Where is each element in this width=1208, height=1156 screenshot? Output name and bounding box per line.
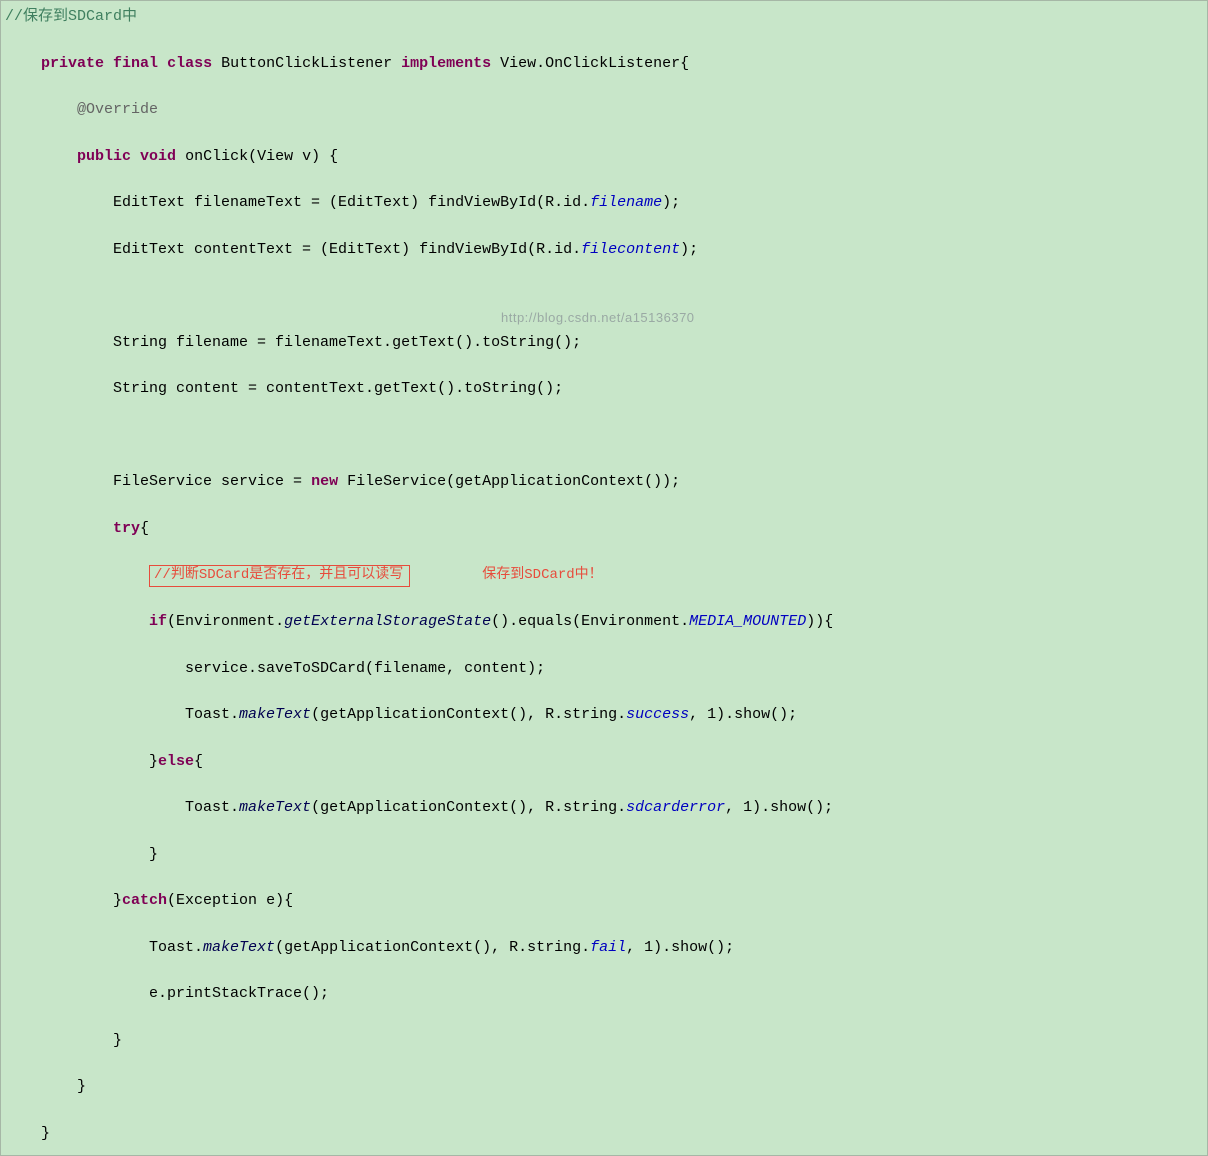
code-text: (Environment.	[167, 613, 284, 630]
kw-class: class	[167, 55, 212, 72]
class-name: ButtonClickListener	[212, 55, 401, 72]
code-text: , 1).show();	[626, 939, 734, 956]
kw-final: final	[113, 55, 158, 72]
code-line: }	[5, 1078, 86, 1095]
code-block: //保存到SDCard中 private final class ButtonC…	[1, 5, 1207, 1145]
code-line: e.printStackTrace();	[5, 985, 329, 1002]
code-text: Toast.	[5, 939, 203, 956]
annotation-override: @Override	[77, 101, 158, 118]
field-sdcarderror: sdcarderror	[626, 799, 725, 816]
kw-else: else	[158, 753, 194, 770]
field-fail: fail	[590, 939, 626, 956]
code-text: (getApplicationContext(), R.string.	[311, 706, 626, 723]
static-method: getExternalStorageState	[284, 613, 491, 630]
code-text: , 1).show();	[689, 706, 797, 723]
code-text: }	[5, 892, 122, 909]
implements-name: View.OnClickListener{	[491, 55, 689, 72]
annotation-label: 保存到SDCard中！	[482, 567, 602, 583]
static-maketext: makeText	[203, 939, 275, 956]
code-text: )){	[806, 613, 833, 630]
code-text: );	[680, 241, 698, 258]
code-text: Toast.	[5, 706, 239, 723]
code-text: ().equals(Environment.	[491, 613, 689, 630]
annotation-box: //判断SDCard是否存在，并且可以读写	[149, 565, 410, 587]
code-line: FileService service =	[5, 473, 311, 490]
static-maketext: makeText	[239, 706, 311, 723]
code-text: FileService(getApplicationContext());	[338, 473, 680, 490]
kw-public: public	[77, 148, 131, 165]
code-line: EditText contentText = (EditText) findVi…	[5, 241, 581, 258]
field-media-mounted: MEDIA_MOUNTED	[689, 613, 806, 630]
code-text: (getApplicationContext(), R.string.	[311, 799, 626, 816]
brace: {	[194, 753, 203, 770]
code-text: (getApplicationContext(), R.string.	[275, 939, 590, 956]
code-text: }	[5, 753, 158, 770]
kw-catch: catch	[122, 892, 167, 909]
kw-try: try	[113, 520, 140, 537]
code-text: );	[662, 194, 680, 211]
kw-new: new	[311, 473, 338, 490]
field-filecontent: filecontent	[581, 241, 680, 258]
code-text: , 1).show();	[725, 799, 833, 816]
code-line: String content = contentText.getText().t…	[5, 380, 563, 397]
code-text: Toast.	[5, 799, 239, 816]
code-text: (Exception e){	[167, 892, 293, 909]
code-line: EditText filenameText = (EditText) findV…	[5, 194, 590, 211]
kw-void: void	[140, 148, 176, 165]
code-line: String filename = filenameText.getText()…	[5, 334, 581, 351]
code-line: }	[5, 846, 158, 863]
code-line: }	[5, 1125, 50, 1142]
method-signature: onClick(View v) {	[176, 148, 338, 165]
field-success: success	[626, 706, 689, 723]
field-filename: filename	[590, 194, 662, 211]
kw-private: private	[41, 55, 104, 72]
code-line: service.saveToSDCard(filename, content);	[5, 660, 545, 677]
code-line: }	[5, 1032, 122, 1049]
static-maketext: makeText	[239, 799, 311, 816]
kw-if: if	[149, 613, 167, 630]
kw-implements: implements	[401, 55, 491, 72]
brace: {	[140, 520, 149, 537]
comment-top: //保存到SDCard中	[5, 8, 137, 25]
